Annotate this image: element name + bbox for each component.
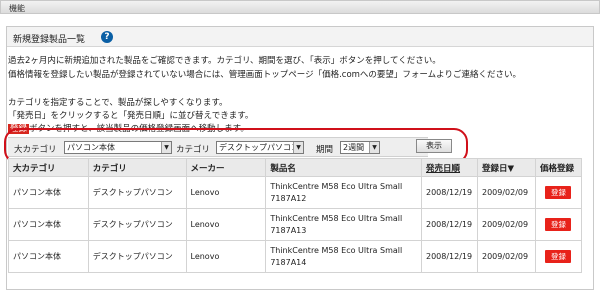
header-price-register: 価格登録 (534, 158, 583, 177)
cell-big-category: パソコン本体 (8, 208, 89, 241)
table-row: パソコン本体 デスクトップパソコン Lenovo ThinkCentre M58… (8, 176, 583, 209)
table-row: パソコン本体 デスクトップパソコン Lenovo ThinkCentre M58… (8, 240, 583, 273)
cell-product-name: ThinkCentre M58 Eco Ultra Small 7187A12 (265, 176, 422, 209)
cell-registered-date: 2009/02/09 (476, 240, 536, 273)
description-line-4: カテゴリを指定することで、製品が探しやすくなります。 (8, 98, 228, 108)
panel-title-bar: 新規登録製品一覧 ? (7, 27, 593, 47)
panel-title: 新規登録製品一覧 (13, 35, 86, 45)
register-button[interactable]: 登録 (545, 218, 572, 231)
cell-maker: Lenovo (185, 240, 267, 273)
cell-action: 登録 (534, 208, 583, 241)
register-button[interactable]: 登録 (545, 250, 572, 263)
top-header-bar: 機能 (0, 0, 600, 14)
cell-category: デスクトップパソコン (87, 240, 187, 273)
cell-release-date: 2008/12/19 (421, 208, 478, 241)
product-name-line2: 7187A13 (270, 225, 307, 235)
sort-release-date-link[interactable]: 発売日順 (421, 158, 478, 177)
table-row: パソコン本体 デスクトップパソコン Lenovo ThinkCentre M58… (8, 208, 583, 241)
cell-registered-date: 2009/02/09 (476, 208, 536, 241)
description-line-2: 価格情報を登録したい製品が登録されていない場合には、管理画面トップページ「価格.… (8, 70, 522, 80)
product-name-line1: ThinkCentre M58 Eco Ultra Small (270, 245, 403, 255)
cell-category: デスクトップパソコン (87, 176, 187, 209)
cell-release-date: 2008/12/19 (421, 176, 478, 209)
product-name-line1: ThinkCentre M58 Eco Ultra Small (270, 181, 403, 191)
product-name-line2: 7187A14 (270, 257, 307, 267)
product-name-line2: 7187A12 (270, 193, 307, 203)
header-registered-date[interactable]: 登録日▼ (476, 158, 536, 177)
top-header-title: 機能 (9, 4, 25, 13)
header-big-category: 大カテゴリ (8, 158, 89, 177)
description-line-5: 「発売日」をクリックすると「発売日順」に並び替えできます。 (8, 111, 254, 121)
cell-maker: Lenovo (185, 208, 267, 241)
cell-product-name: ThinkCentre M58 Eco Ultra Small 7187A14 (265, 240, 422, 273)
cell-action: 登録 (534, 240, 583, 273)
register-button[interactable]: 登録 (545, 186, 572, 199)
cell-product-name: ThinkCentre M58 Eco Ultra Small 7187A13 (265, 208, 422, 241)
header-maker: メーカー (185, 158, 267, 177)
cell-big-category: パソコン本体 (8, 240, 89, 273)
product-name-line1: ThinkCentre M58 Eco Ultra Small (270, 213, 403, 223)
table-header-row: 大カテゴリ カテゴリ メーカー 製品名 発売日順 登録日▼ 価格登録 (8, 158, 583, 177)
description-line-1: 過去2ヶ月内に新規追加された製品をご確認できます。カテゴリ、期間を選び、「表示」… (8, 56, 441, 66)
cell-category: デスクトップパソコン (87, 208, 187, 241)
cell-release-date: 2008/12/19 (421, 240, 478, 273)
cell-maker: Lenovo (185, 176, 267, 209)
cell-big-category: パソコン本体 (8, 176, 89, 209)
new-products-table: 大カテゴリ カテゴリ メーカー 製品名 発売日順 登録日▼ 価格登録 パソコン本… (8, 158, 583, 273)
help-icon[interactable]: ? (101, 31, 113, 43)
cell-registered-date: 2009/02/09 (476, 176, 536, 209)
header-product-name: 製品名 (265, 158, 422, 177)
cell-action: 登録 (534, 176, 583, 209)
header-category: カテゴリ (87, 158, 187, 177)
